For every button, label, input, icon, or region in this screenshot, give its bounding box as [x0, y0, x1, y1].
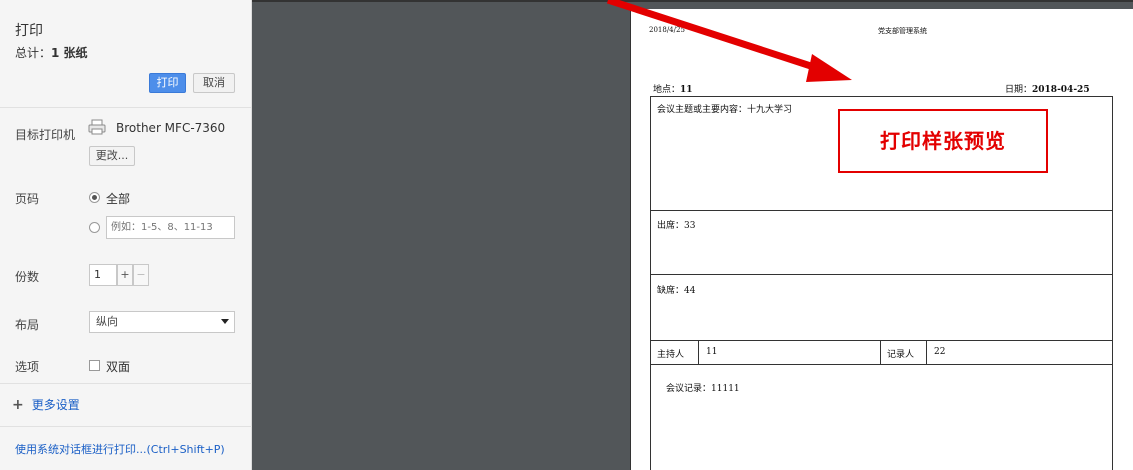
recorder-label: 记录人	[887, 350, 915, 360]
attend-cell: 出席：33	[657, 218, 695, 231]
printer-name: Brother MFC-7360	[116, 121, 226, 135]
pages-all-radio[interactable]	[89, 192, 100, 203]
layout-select[interactable]: 纵向	[89, 311, 235, 333]
divider	[0, 383, 252, 384]
attend-label: 出席：	[657, 221, 685, 231]
absent-value: 44	[684, 286, 696, 296]
more-settings-label: 更多设置	[31, 398, 80, 412]
cancel-button[interactable]: 取消	[193, 73, 235, 93]
pages-all-label: 全部	[106, 192, 131, 206]
absent-label: 缺席：	[657, 286, 685, 296]
more-settings-link[interactable]: + 更多设置	[12, 396, 80, 413]
host-label: 主持人	[657, 350, 685, 360]
location-field: 地点：11	[653, 82, 693, 95]
pages-custom-input[interactable]	[106, 216, 235, 239]
chevron-down-icon	[221, 319, 229, 324]
topic-cell: 会议主题或主要内容：十九大学习	[657, 105, 793, 115]
duplex-label: 双面	[106, 360, 131, 374]
table-line	[651, 340, 1112, 341]
total-prefix: 总计：	[15, 46, 52, 60]
pages-custom-radio[interactable]	[89, 222, 100, 233]
table-line	[651, 364, 1112, 365]
copies-input[interactable]: 1	[89, 264, 117, 286]
total-value: 1 张纸	[51, 46, 88, 60]
pages-label: 页码	[15, 192, 40, 206]
attend-value: 33	[684, 221, 696, 231]
table-line	[651, 274, 1112, 275]
record-label: 会议记录：	[666, 384, 712, 394]
table-line	[651, 210, 1112, 211]
table-line	[698, 340, 699, 364]
page-header-date: 2018/4/25	[649, 26, 685, 34]
copies-increment-button[interactable]: +	[117, 264, 133, 286]
page-header-system: 党支部管理系统	[878, 27, 927, 35]
location-label: 地点：	[653, 85, 681, 95]
table-line	[880, 340, 881, 364]
layout-label: 布局	[15, 318, 40, 332]
table-line	[926, 340, 927, 364]
plus-icon: +	[12, 397, 24, 413]
layout-select-value: 纵向	[96, 315, 118, 328]
duplex-checkbox[interactable]	[89, 360, 100, 371]
annotation-box: 打印样张预览	[838, 109, 1048, 173]
copies-decrement-button[interactable]: −	[133, 264, 149, 286]
print-settings-sidebar: 打印 总计：1 张纸 打印 取消 目标打印机 Brother MFC-7360 …	[0, 0, 252, 470]
dialog-title: 打印	[15, 23, 43, 39]
annotation-text: 打印样张预览	[880, 129, 1006, 153]
change-printer-button[interactable]: 更改...	[89, 146, 135, 166]
sidebar-header: 打印 总计：1 张纸 打印 取消	[0, 0, 251, 108]
recorder-value: 22	[934, 347, 946, 357]
sheet-total: 总计：1 张纸	[15, 44, 88, 61]
options-label: 选项	[15, 360, 40, 374]
location-value: 11	[680, 85, 693, 95]
record-value: 11111	[711, 384, 740, 394]
destination-label: 目标打印机	[15, 128, 76, 142]
absent-cell: 缺席：44	[657, 283, 695, 296]
date-label: 日期：	[1005, 85, 1033, 95]
date-field: 日期：2018-04-25	[1005, 82, 1090, 95]
record-cell: 会议记录：11111	[666, 381, 740, 394]
system-dialog-link[interactable]: 使用系统对话框进行打印...(Ctrl+Shift+P)	[15, 441, 225, 457]
print-button[interactable]: 打印	[149, 73, 186, 93]
copies-label: 份数	[15, 270, 40, 284]
host-value: 11	[706, 347, 718, 357]
preview-page: 2018/4/25 党支部管理系统 地点：11 日期：2018-04-25 会议…	[630, 9, 1133, 470]
printer-icon	[88, 119, 106, 135]
date-value: 2018-04-25	[1032, 85, 1090, 95]
divider	[0, 426, 252, 427]
